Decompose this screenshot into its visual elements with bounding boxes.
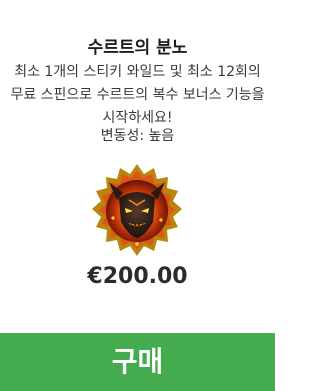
fire-demon-emblem-icon [87,160,187,260]
feature-title: 수르트의 분노 [87,38,188,58]
volatility-label: 변동성: 높음 [100,128,175,144]
price-label: €200.00 [87,264,188,289]
feature-description: 최소 1개의 스티키 와일드 및 최소 12회의 무료 스핀으로 수르트의 복수… [10,64,265,126]
buy-button[interactable]: 구매 [0,333,275,391]
bonus-buy-card: 수르트의 분노 최소 1개의 스티키 와일드 및 최소 12회의 무료 스핀으로… [0,0,275,391]
